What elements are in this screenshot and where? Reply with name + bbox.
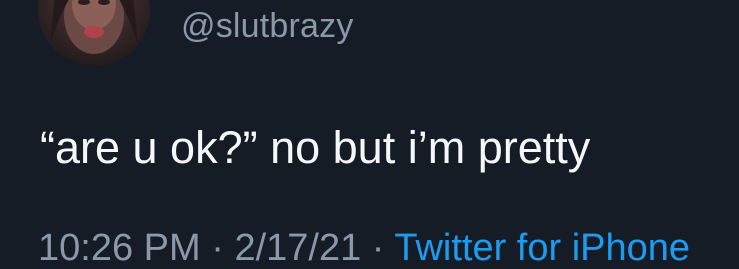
- meta-separator: ·: [361, 227, 395, 269]
- author-handle[interactable]: @slutbrazy: [181, 6, 354, 46]
- profile-photo-icon: [50, 0, 138, 54]
- tweet-meta: 10:26 PM · 2/17/21 · Twitter for iPhone: [38, 228, 690, 268]
- meta-separator: ·: [200, 227, 235, 269]
- tweet-source-link[interactable]: Twitter for iPhone: [394, 227, 690, 269]
- tweet-text: “are u ok?” no but i’m pretty: [40, 122, 591, 173]
- tweet-header: @slutbrazy: [0, 0, 739, 80]
- tweet-date[interactable]: 2/17/21: [234, 227, 361, 269]
- avatar[interactable]: [38, 0, 150, 66]
- tweet-time[interactable]: 10:26 PM: [38, 227, 201, 269]
